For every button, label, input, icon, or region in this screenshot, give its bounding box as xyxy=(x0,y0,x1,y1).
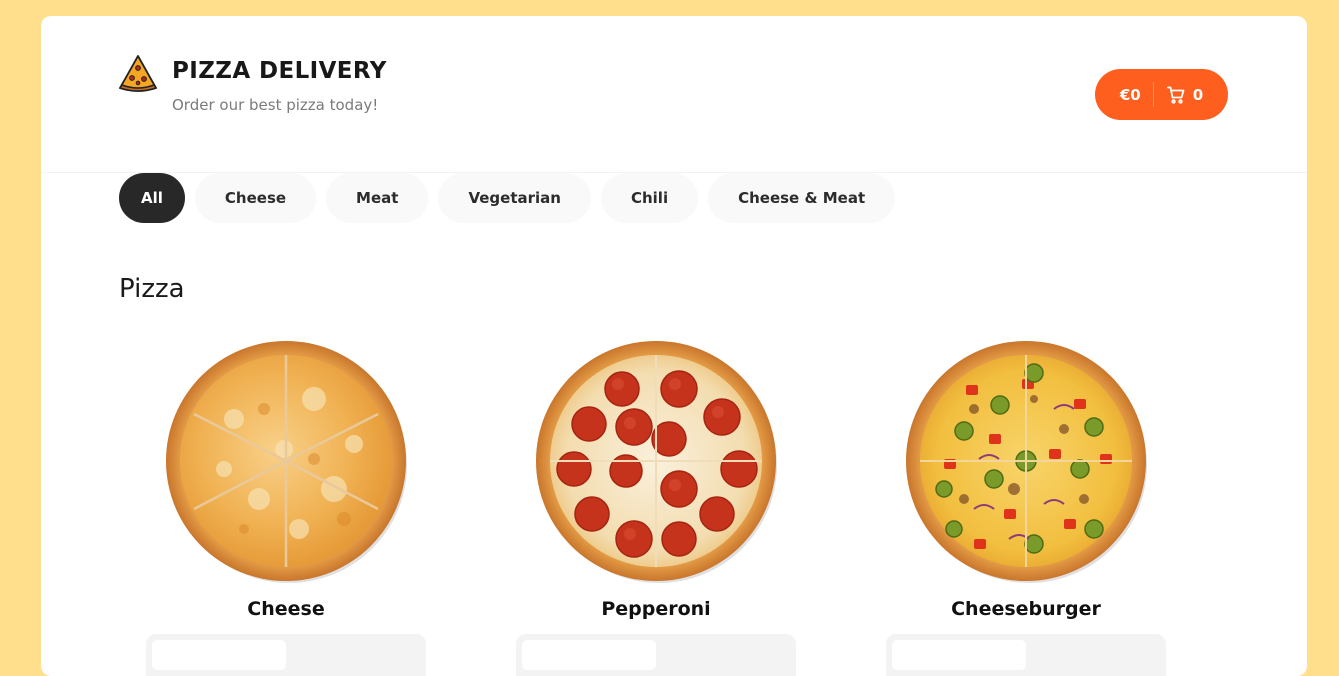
size-option[interactable] xyxy=(152,640,286,670)
cart-icon xyxy=(1166,86,1185,104)
cart-divider xyxy=(1152,82,1154,107)
section-title: Pizza xyxy=(119,274,185,304)
header: PIZZA DELIVERY Order our best pizza toda… xyxy=(41,16,1307,173)
page-container: PIZZA DELIVERY Order our best pizza toda… xyxy=(41,16,1307,676)
cheese-pizza-image xyxy=(166,341,407,583)
cheeseburger-pizza-image xyxy=(906,341,1147,583)
category-vegetarian[interactable]: Vegetarian xyxy=(438,173,591,223)
size-selector xyxy=(516,634,796,676)
size-option[interactable] xyxy=(522,640,656,670)
pizza-name: Pepperoni xyxy=(601,598,711,620)
brand-subtitle: Order our best pizza today! xyxy=(172,96,379,114)
pepperoni-pizza-image xyxy=(536,341,777,583)
category-all[interactable]: All xyxy=(119,173,185,223)
brand-title[interactable]: PIZZA DELIVERY xyxy=(172,58,387,84)
category-meat[interactable]: Meat xyxy=(326,173,429,223)
pizza-slice-icon xyxy=(118,55,158,92)
size-selector xyxy=(886,634,1166,676)
cart-button[interactable]: €0 0 xyxy=(1095,69,1228,120)
size-selector xyxy=(146,634,426,676)
category-cheese[interactable]: Cheese xyxy=(194,173,317,223)
pizza-name: Cheeseburger xyxy=(951,598,1101,620)
category-list: All Cheese Meat Vegetarian Chili Cheese … xyxy=(119,173,896,223)
category-cheese-and-meat[interactable]: Cheese & Meat xyxy=(708,173,896,223)
pizza-card: Pepperoni xyxy=(516,339,796,676)
cart-price: €0 xyxy=(1119,85,1141,104)
size-option[interactable] xyxy=(892,640,1026,670)
pizza-card: Cheese xyxy=(146,339,426,676)
pizza-card: Cheeseburger xyxy=(886,339,1166,676)
cart-count: 0 xyxy=(1192,85,1204,104)
category-chili[interactable]: Chili xyxy=(600,173,699,223)
pizza-name: Cheese xyxy=(247,598,325,620)
